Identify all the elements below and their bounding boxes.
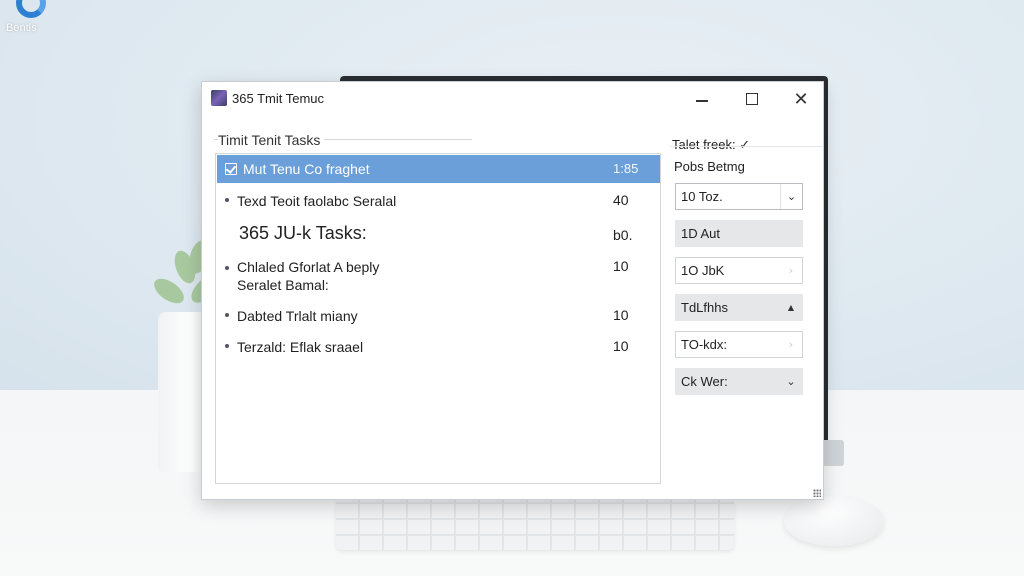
- task-row[interactable]: 365 JU-k Tasks: b0.: [217, 220, 660, 250]
- filter-header[interactable]: Talet freek: ✓: [672, 137, 750, 153]
- task-row[interactable]: Chlaled Gforlat A beply Seralet Bamal: 1…: [217, 256, 660, 296]
- task-value: b0.: [613, 227, 633, 243]
- task-row[interactable]: Terzald: Eflak sraael 10: [217, 335, 660, 359]
- option-field-4[interactable]: TdLfhhs ▲: [675, 294, 803, 321]
- task-label: Dabted Trlalt miany: [237, 308, 358, 324]
- resize-grip-icon[interactable]: [813, 489, 821, 497]
- option-value: TO-kdx:: [681, 337, 727, 352]
- filter-subheader: Pobs Betmg: [674, 159, 745, 174]
- chevron-down-icon[interactable]: ⌄: [780, 369, 802, 394]
- caret-up-icon[interactable]: ▲: [780, 295, 802, 320]
- close-button[interactable]: ✕: [785, 86, 817, 112]
- bullet-icon: [225, 198, 229, 202]
- option-value: 1O JbK: [681, 263, 725, 278]
- task-list[interactable]: Mut Tenu Co fraghet 1:85 Texd Teoit faol…: [215, 153, 661, 484]
- app-icon: [211, 90, 227, 106]
- desktop-shortcut-label: Bentls: [6, 22, 37, 34]
- maximize-icon: [746, 93, 758, 105]
- mouse: [784, 496, 884, 546]
- title-bar[interactable]: 365 Tmit Temuc ✕: [202, 82, 823, 116]
- window-title: 365 Tmit Temuc: [232, 91, 325, 106]
- maximize-button[interactable]: [736, 86, 768, 112]
- task-label-line2: Seralet Bamal:: [237, 277, 329, 293]
- panel-divider: [670, 146, 822, 147]
- task-value: 10: [613, 307, 629, 323]
- option-field-5[interactable]: TO-kdx: ›: [675, 331, 803, 358]
- desktop-shortcut[interactable]: Bentls: [6, 0, 50, 40]
- option-field-3[interactable]: 1O JbK ›: [675, 257, 803, 284]
- checkbox-icon[interactable]: [225, 163, 237, 175]
- app-logo-icon: [16, 0, 46, 18]
- task-label: Mut Tenu Co fraghet: [243, 161, 370, 177]
- minimize-button[interactable]: [686, 86, 718, 112]
- chevron-right-icon[interactable]: ›: [780, 332, 802, 357]
- option-select-1[interactable]: 10 Toz. ⌄: [675, 183, 803, 210]
- task-label: Texd Teoit faolabc Seralal: [237, 193, 397, 209]
- keyboard: [336, 498, 734, 550]
- option-value: 1D Aut: [681, 226, 721, 241]
- task-value: 10: [613, 338, 629, 354]
- option-field-2[interactable]: 1D Aut: [675, 220, 803, 247]
- task-row[interactable]: Texd Teoit faolabc Seralal 40: [217, 189, 660, 213]
- bullet-icon: [225, 266, 229, 270]
- bullet-icon: [225, 313, 229, 317]
- task-row-selected[interactable]: Mut Tenu Co fraghet 1:85: [217, 155, 660, 183]
- option-value: Ck Wer:: [681, 374, 728, 389]
- option-value: TdLfhhs: [681, 300, 728, 315]
- option-value: 10 Toz.: [681, 189, 723, 204]
- task-value: 10: [613, 258, 629, 274]
- close-icon: ✕: [793, 88, 809, 110]
- minimize-icon: [696, 100, 708, 102]
- task-label: Terzald: Eflak sraael: [237, 339, 364, 355]
- task-label: Chlaled Gforlat A beply: [237, 259, 380, 275]
- task-heading-label: 365 JU-k Tasks:: [239, 223, 367, 243]
- bullet-icon: [225, 344, 229, 348]
- task-row[interactable]: Dabted Trlalt miany 10: [217, 304, 660, 328]
- chevron-right-icon[interactable]: ›: [780, 258, 802, 283]
- tasks-group-title: Timit Tenit Tasks: [218, 132, 325, 148]
- chevron-down-icon[interactable]: ⌄: [780, 184, 802, 209]
- option-select-6[interactable]: Ck Wer: ⌄: [675, 368, 803, 395]
- task-value: 1:85: [613, 161, 639, 176]
- app-window: 365 Tmit Temuc ✕ Timit Tenit Tasks Mut T…: [201, 81, 824, 500]
- task-value: 40: [613, 192, 629, 208]
